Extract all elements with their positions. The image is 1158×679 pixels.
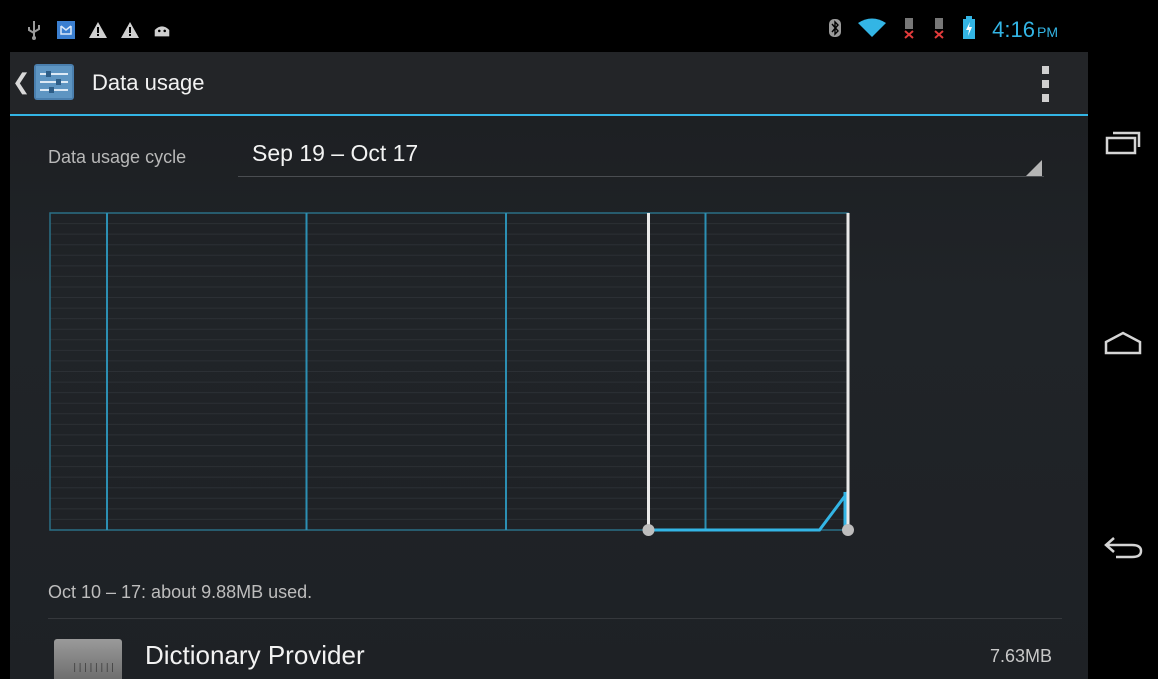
battery-charging-icon [962,16,976,44]
spinner-arrow-icon[interactable] [1026,160,1042,176]
screen: 4:16 PM ❮ Data usage Data usage cycle Se… [0,0,1158,679]
warning-icon [120,20,140,40]
bluetooth-icon [828,18,842,42]
clock-time: 4:16 [992,17,1035,42]
action-bar: ❮ Data usage [10,52,1088,116]
android-icon [152,20,172,40]
range-sweep-handle[interactable] [842,524,854,536]
clock-ampm: PM [1037,24,1058,40]
shield-notification-icon [56,20,76,40]
cycle-spinner[interactable]: Sep 19 – Oct 17 [252,140,418,167]
wifi-icon [858,18,887,42]
system-icons: 4:16 PM [828,16,1058,44]
usb-icon [24,20,44,40]
app-usage-size: 7.63MB [989,646,1052,666]
range-sweep-handle[interactable] [642,524,655,536]
notification-icons [24,20,172,40]
back-icon[interactable] [1100,524,1146,570]
recent-apps-icon[interactable] [1100,120,1146,166]
app-usage-row[interactable]: |||||||| Dictionary Provider 7.63MB [48,626,1062,679]
sim-missing-icon [902,17,916,43]
navigation-bar [1088,0,1158,679]
status-bar: 4:16 PM [10,12,1088,52]
sim-missing-icon [932,17,946,43]
settings-app-icon[interactable] [32,62,76,102]
page-title: Data usage [92,70,205,95]
clock: 4:16 PM [992,17,1058,43]
cycle-spinner-underline [238,176,1044,177]
warning-icon [88,20,108,40]
usage-series-line [648,491,850,532]
usage-summary: Oct 10 – 17: about 9.88MB used. [48,582,313,602]
overflow-menu-icon[interactable] [1040,66,1050,102]
divider [48,618,1062,619]
up-chevron-icon[interactable]: ❮ [12,70,30,95]
home-icon[interactable] [1100,320,1146,366]
app-name: Dictionary Provider [145,640,365,670]
cycle-label: Data usage cycle [48,147,187,167]
keyboard-app-icon: |||||||| [54,639,122,679]
data-usage-screen: ❮ Data usage Data usage cycle Sep 19 – O… [10,52,1088,679]
